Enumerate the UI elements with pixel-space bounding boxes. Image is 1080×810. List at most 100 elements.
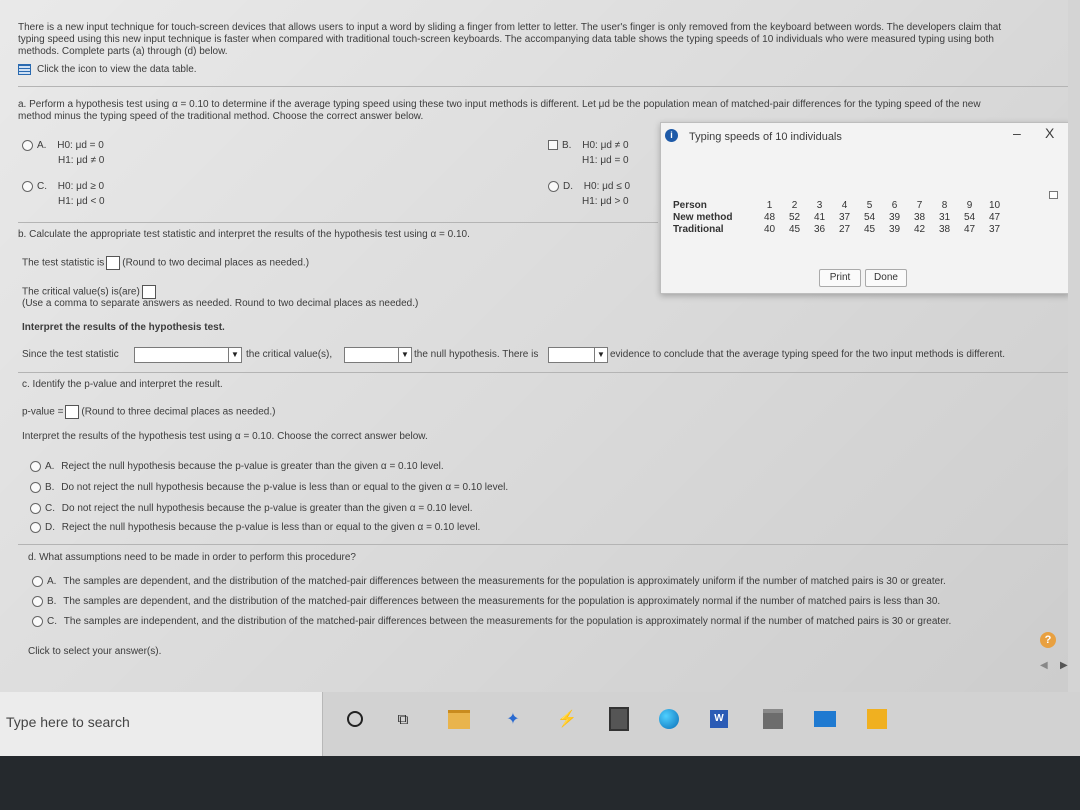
done-button[interactable]: Done [865,269,907,287]
column-header: 8 [941,199,948,211]
help-icon[interactable]: ? [1040,632,1056,648]
radio-button[interactable] [32,596,43,607]
monitor-bezel [0,756,1080,810]
option-text: Do not reject the null hypothesis becaus… [61,482,509,494]
option-letter: B. [562,140,572,151]
part-d-option-c[interactable]: C. The samples are independent, and the … [32,616,951,628]
table-cell: 41 [813,211,826,223]
option-b-hypotheses[interactable]: B. H0: μd ≠ 0 [548,140,629,152]
option-a-hypotheses[interactable]: A. H0: μd = 0 [22,140,104,152]
evidence-dropdown[interactable]: ▼ [548,347,608,363]
part-d-prompt: d. What assumptions need to be made in o… [28,552,356,563]
critical-value-row: The critical value(s) is(are) [22,285,158,299]
option-d-hypotheses[interactable]: D. H0: μd ≤ 0 [548,181,630,193]
table-cell: 54 [963,211,976,223]
option-text: Do not reject the null hypothesis becaus… [61,503,473,515]
column-header: 3 [816,199,823,211]
critical-value-input[interactable] [141,285,156,299]
table-icon[interactable] [18,64,31,75]
dropbox-icon[interactable]: ✦ [500,706,526,732]
column-header: 9 [966,199,973,211]
part-d-option-b[interactable]: B. The samples are dependent, and the di… [32,596,940,608]
intro-line-3: methods. Complete parts (a) through (d) … [18,46,228,57]
test-statistic-input[interactable] [106,256,121,270]
part-d-option-a[interactable]: A. The samples are dependent, and the di… [32,576,946,588]
file-explorer-icon[interactable] [446,706,472,732]
column-header: 5 [866,199,873,211]
column-header: 7 [916,199,923,211]
task-view-icon[interactable]: ⧉ [390,706,416,732]
data-table-popup: i Typing speeds of 10 individuals – X Pe… [660,122,1070,294]
p-value-hint: (Round to three decimal places as needed… [81,406,276,418]
option-a-h1: H1: μd ≠ 0 [58,155,105,166]
table-row: Traditional 40 45 36 27 45 39 42 38 47 3… [673,223,1007,235]
radio-button[interactable] [30,482,41,493]
p-value-row: p-value = (Round to three decimal places … [22,405,275,419]
comparison-dropdown[interactable]: ▼ [134,347,242,363]
table-cell: 45 [788,223,801,235]
radio-button[interactable] [32,576,43,587]
mail-icon[interactable] [812,706,838,732]
radio-button[interactable] [22,140,33,151]
chevron-down-icon: ▼ [398,348,411,362]
null-hypothesis: H0: μd ≥ 0 [57,181,105,193]
part-c-option-b[interactable]: B. Do not reject the null hypothesis bec… [30,482,508,494]
option-letter: A. [37,140,47,152]
p-value-input[interactable] [65,405,80,419]
option-text: Reject the null hypothesis because the p… [61,461,444,473]
null-hypothesis: H0: μd = 0 [57,140,104,152]
option-letter: C. [37,181,47,193]
edge-browser-icon[interactable] [656,706,682,732]
radio-button[interactable] [30,522,41,533]
evidence-tail: evidence to conclude that the average ty… [610,349,1006,360]
radio-button[interactable] [22,181,33,192]
cortana-circle-icon[interactable] [342,706,368,732]
part-c-option-c[interactable]: C. Do not reject the null hypothesis bec… [30,503,473,515]
null-hypothesis: H0: μd ≤ 0 [583,181,631,193]
critical-value-mid: the critical value(s), [246,349,333,360]
table-cell: 27 [838,223,851,235]
critical-value-label: The critical value(s) is(are) [22,286,140,298]
sticky-notes-icon[interactable] [864,706,890,732]
page-scrollbar[interactable] [1068,0,1080,692]
p-value-label: p-value = [22,406,64,418]
decision-dropdown[interactable]: ▼ [344,347,412,363]
part-a-line-2: method minus the typing speed of the tra… [18,111,424,122]
word-icon[interactable]: W [706,706,732,732]
option-b-h1: H1: μd = 0 [582,155,629,166]
option-c-hypotheses[interactable]: C. H0: μd ≥ 0 [22,181,104,193]
print-button[interactable]: Print [819,269,861,287]
minimize-icon[interactable]: – [1013,126,1021,140]
chevron-down-icon: ▼ [594,348,607,362]
interpret-heading: Interpret the results of the hypothesis … [22,322,225,333]
part-c-option-a[interactable]: A. Reject the null hypothesis because th… [30,461,444,473]
store-icon[interactable] [760,706,786,732]
next-arrow-icon[interactable]: ▶ [1060,660,1068,672]
option-letter: C. [45,503,55,515]
option-d-h1: H1: μd > 0 [582,196,629,207]
popup-title: Typing speeds of 10 individuals [689,131,842,143]
radio-button[interactable] [30,503,41,514]
option-c-h1: H1: μd < 0 [58,196,105,207]
close-icon[interactable]: X [1045,126,1054,140]
part-c-prompt: c. Identify the p-value and interpret th… [22,379,223,390]
table-cell: 47 [963,223,976,235]
test-statistic-row: The test statistic is (Round to two decim… [22,256,309,270]
table-cell: 45 [863,223,876,235]
taskbar-search-box[interactable]: Type here to search [0,692,323,756]
radio-button[interactable] [548,140,558,151]
part-c-option-d[interactable]: D. Reject the null hypothesis because th… [30,522,480,534]
bolt-app-icon[interactable]: ⚡ [554,706,580,732]
radio-button[interactable] [548,181,559,192]
row-label: Traditional [673,223,724,235]
prev-arrow-icon[interactable]: ◀ [1040,660,1048,672]
intro-line-2: typing speed using this new input techni… [18,34,994,45]
copy-icon[interactable] [1049,191,1058,199]
divider [18,86,1068,87]
calculator-icon[interactable] [606,706,632,732]
data-table-link[interactable]: Click the icon to view the data table. [18,64,197,76]
radio-button[interactable] [30,461,41,472]
radio-button[interactable] [32,616,43,627]
critical-value-hint: (Use a comma to separate answers as need… [22,298,419,309]
data-table-link-text[interactable]: Click the icon to view the data table. [37,64,197,75]
